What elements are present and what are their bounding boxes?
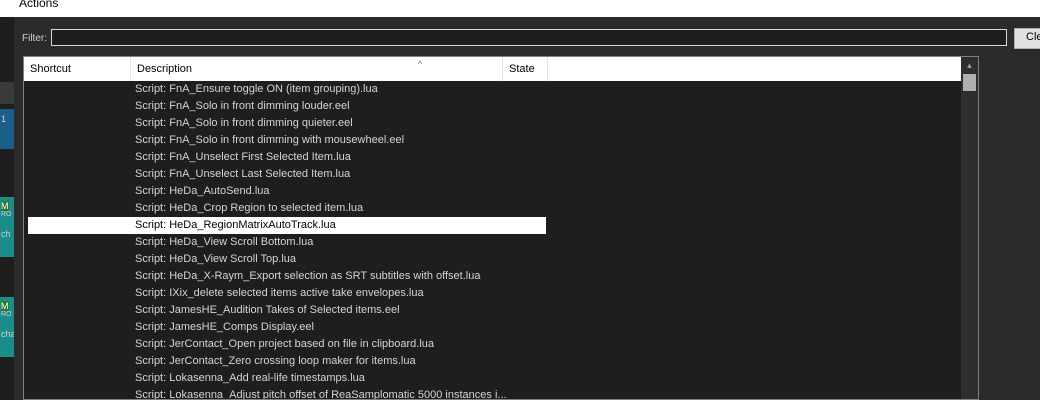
host-m-button-2: M xyxy=(1,301,9,311)
host-ch-label: ch xyxy=(1,229,11,239)
host-app-left-strip: 1 M RO ch M RO cha xyxy=(0,17,16,400)
list-item[interactable]: Script: FnA_Solo in front dimming quiete… xyxy=(24,115,962,132)
list-item[interactable]: Script: HeDa_View Scroll Top.lua xyxy=(24,251,962,268)
column-header-shortcut[interactable]: Shortcut xyxy=(24,57,131,81)
list-item[interactable]: Script: IXix_delete selected items activ… xyxy=(24,285,962,302)
list-rows: Script: FnA_Ensure toggle ON (item group… xyxy=(24,81,962,400)
column-header-description[interactable]: Description ^ xyxy=(131,57,503,81)
row-description: Script: HeDa_Crop Region to selected ite… xyxy=(135,202,364,214)
row-description: Script: JerContact_Zero crossing loop ma… xyxy=(135,355,416,367)
host-panel-segment xyxy=(0,82,14,104)
list-item[interactable]: Script: HeDa_View Scroll Bottom.lua xyxy=(24,234,962,251)
filter-label: Filter: xyxy=(22,33,47,44)
row-description: Script: FnA_Unselect Last Selected Item.… xyxy=(135,168,351,180)
row-description: Script: FnA_Solo in front dimming louder… xyxy=(135,100,350,112)
scroll-thumb[interactable] xyxy=(963,74,976,91)
list-item[interactable]: Script: JerContact_Zero crossing loop ma… xyxy=(24,353,962,370)
scroll-up-arrow-icon[interactable]: ▲ xyxy=(961,57,978,74)
host-track-blue: 1 xyxy=(0,109,14,149)
row-description: Script: JamesHE_Comps Display.eel xyxy=(135,321,314,333)
list-item[interactable]: Script: FnA_Solo in front dimming louder… xyxy=(24,98,962,115)
list-item[interactable]: Script: FnA_Solo in front dimming with m… xyxy=(24,132,962,149)
row-description: Script: JerContact_Open project based on… xyxy=(135,338,435,350)
list-item[interactable]: Script: HeDa_X-Raym_Export selection as … xyxy=(24,268,962,285)
host-ro-label: RO xyxy=(1,211,12,218)
row-description: Script: FnA_Solo in front dimming quiete… xyxy=(135,117,353,129)
row-description: Script: FnA_Ensure toggle ON (item group… xyxy=(135,83,378,95)
list-item[interactable]: Script: HeDa_Crop Region to selected ite… xyxy=(24,200,962,217)
list-item[interactable]: Script: JerContact_Open project based on… xyxy=(24,336,962,353)
host-track-teal-2: M RO cha xyxy=(0,297,16,357)
list-item[interactable]: Script: FnA_Unselect First Selected Item… xyxy=(24,149,962,166)
list-item[interactable]: Script: FnA_Ensure toggle ON (item group… xyxy=(24,81,962,98)
list-header: Shortcut Description ^ State xyxy=(24,57,962,81)
window-title: Actions xyxy=(19,0,59,10)
title-bar: Actions xyxy=(0,0,1040,17)
row-description: Script: FnA_Unselect First Selected Item… xyxy=(135,151,351,163)
host-m-button: M xyxy=(1,201,9,211)
actions-dialog: Filter: Clear Shortcut Description ^ Sta… xyxy=(14,17,1040,400)
row-description: Script: HeDa_AutoSend.lua xyxy=(135,185,270,197)
column-header-description-label: Description xyxy=(137,63,193,75)
host-track-number: 1 xyxy=(1,114,7,124)
row-description: Script: HeDa_View Scroll Bottom.lua xyxy=(135,236,314,248)
host-ro-label-2: RO xyxy=(1,311,12,318)
actions-list[interactable]: Shortcut Description ^ State Script: FnA… xyxy=(23,56,979,400)
sort-ascending-icon: ^ xyxy=(418,59,423,69)
list-item[interactable]: Script: Lokasenna_Add real-life timestam… xyxy=(24,370,962,387)
clear-button[interactable]: Clear xyxy=(1014,28,1040,49)
list-item[interactable]: Script: JamesHE_Audition Takes of Select… xyxy=(24,302,962,319)
row-description: Script: HeDa_RegionMatrixAutoTrack.lua xyxy=(135,219,336,231)
list-item[interactable]: Script: HeDa_AutoSend.lua xyxy=(24,183,962,200)
list-item[interactable]: Script: JamesHE_Comps Display.eel xyxy=(24,319,962,336)
vertical-scrollbar[interactable]: ▲ xyxy=(961,57,978,399)
column-header-state[interactable]: State xyxy=(503,57,548,81)
list-item[interactable]: Script: FnA_Unselect Last Selected Item.… xyxy=(24,166,962,183)
row-description: Script: JamesHE_Audition Takes of Select… xyxy=(135,304,400,316)
row-description: Script: FnA_Solo in front dimming with m… xyxy=(135,134,405,146)
list-item-selected[interactable]: Script: HeDa_RegionMatrixAutoTrack.lua xyxy=(24,217,962,234)
row-description: Script: Lokasenna_Adjust pitch offset of… xyxy=(135,389,507,400)
filter-input[interactable] xyxy=(51,29,1007,46)
row-description: Script: HeDa_X-Raym_Export selection as … xyxy=(135,270,481,282)
host-track-teal: M RO ch xyxy=(0,197,14,257)
row-description: Script: Lokasenna_Add real-life timestam… xyxy=(135,372,365,384)
row-description: Script: IXix_delete selected items activ… xyxy=(135,287,424,299)
list-item[interactable]: Script: Lokasenna_Adjust pitch offset of… xyxy=(24,387,962,400)
row-description: Script: HeDa_View Scroll Top.lua xyxy=(135,253,297,265)
